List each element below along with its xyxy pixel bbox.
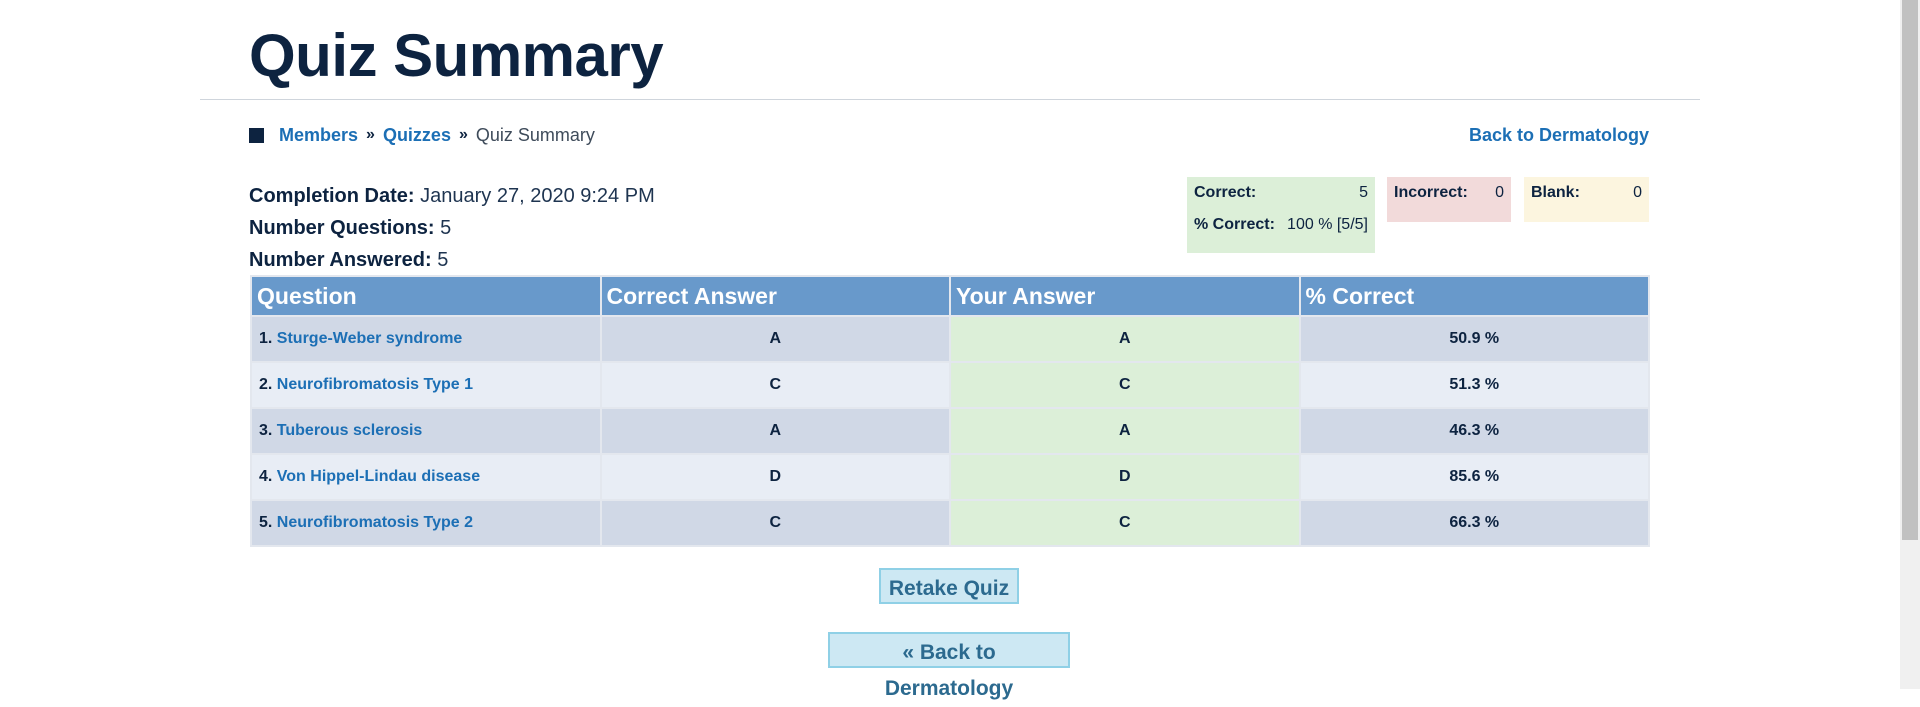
your-answer-cell: D bbox=[951, 455, 1299, 499]
percent-correct-cell: 46.3 % bbox=[1300, 409, 1648, 453]
question-link[interactable]: Von Hippel-Lindau disease bbox=[277, 468, 480, 485]
question-number: 3. bbox=[259, 422, 273, 439]
breadcrumb: Members » Quizzes » Quiz Summary bbox=[249, 123, 595, 147]
quiz-meta: Completion Date: January 27, 2020 9:24 P… bbox=[249, 180, 655, 276]
number-answered-value: 5 bbox=[437, 249, 449, 271]
correct-value: 5 bbox=[1359, 184, 1368, 201]
table-row: 2. Neurofibromatosis Type 1 C C 51.3 % bbox=[252, 363, 1648, 407]
question-number: 4. bbox=[259, 468, 273, 485]
question-number: 5. bbox=[259, 514, 273, 531]
percent-correct-cell: 51.3 % bbox=[1300, 363, 1648, 407]
incorrect-stat-box: Incorrect: 0 bbox=[1387, 177, 1511, 222]
question-number: 2. bbox=[259, 376, 273, 393]
table-header-row: Question Correct Answer Your Answer % Co… bbox=[252, 277, 1648, 315]
column-header-percent-correct: % Correct bbox=[1300, 277, 1648, 315]
question-link[interactable]: Neurofibromatosis Type 2 bbox=[277, 514, 473, 531]
back-to-dermatology-link[interactable]: Back to Dermatology bbox=[1469, 123, 1649, 147]
back-to-dermatology-button[interactable]: « Back to Dermatology bbox=[828, 632, 1070, 700]
table-row: 1. Sturge-Weber syndrome A A 50.9 % bbox=[252, 317, 1648, 361]
breadcrumb-separator: » bbox=[458, 126, 468, 143]
quiz-results-table: Question Correct Answer Your Answer % Co… bbox=[250, 275, 1650, 547]
retake-quiz-button[interactable]: Retake Quiz bbox=[879, 568, 1019, 604]
question-number: 1. bbox=[259, 330, 273, 347]
question-cell: 1. Sturge-Weber syndrome bbox=[252, 317, 600, 361]
question-cell: 3. Tuberous sclerosis bbox=[252, 409, 600, 453]
table-row: 5. Neurofibromatosis Type 2 C C 66.3 % bbox=[252, 501, 1648, 545]
question-cell: 5. Neurofibromatosis Type 2 bbox=[252, 501, 600, 545]
number-questions-label: Number Questions: bbox=[249, 217, 435, 239]
question-link[interactable]: Sturge-Weber syndrome bbox=[277, 330, 463, 347]
completion-date-row: Completion Date: January 27, 2020 9:24 P… bbox=[249, 180, 655, 212]
scrollbar-thumb[interactable] bbox=[1902, 0, 1918, 540]
percent-correct-value: 100 % [5/5] bbox=[1287, 216, 1368, 233]
your-answer-cell: C bbox=[951, 501, 1299, 545]
column-header-question: Question bbox=[252, 277, 600, 315]
incorrect-label: Incorrect: bbox=[1394, 184, 1468, 201]
number-questions-row: Number Questions: 5 bbox=[249, 212, 655, 244]
page-title: Quiz Summary bbox=[249, 22, 664, 89]
table-row: 4. Von Hippel-Lindau disease D D 85.6 % bbox=[252, 455, 1648, 499]
percent-correct-cell: 50.9 % bbox=[1300, 317, 1648, 361]
incorrect-value: 0 bbox=[1495, 184, 1504, 201]
column-header-your-answer: Your Answer bbox=[951, 277, 1299, 315]
correct-answer-cell: A bbox=[601, 317, 949, 361]
title-divider bbox=[200, 99, 1700, 100]
completion-date-value: January 27, 2020 9:24 PM bbox=[420, 185, 655, 207]
correct-answer-cell: D bbox=[601, 455, 949, 499]
blank-stat-box: Blank: 0 bbox=[1524, 177, 1649, 222]
breadcrumb-members-link[interactable]: Members bbox=[279, 125, 358, 146]
correct-answer-cell: C bbox=[601, 363, 949, 407]
number-answered-row: Number Answered: 5 bbox=[249, 244, 655, 276]
percent-correct-label: % Correct: bbox=[1194, 216, 1275, 233]
correct-label: Correct: bbox=[1194, 184, 1257, 201]
question-cell: 4. Von Hippel-Lindau disease bbox=[252, 455, 600, 499]
correct-stat-box: Correct: 5 % Correct: 100 % [5/5] bbox=[1187, 177, 1375, 253]
breadcrumb-separator: » bbox=[366, 126, 375, 143]
completion-date-label: Completion Date: bbox=[249, 185, 415, 207]
vertical-scrollbar[interactable] bbox=[1900, 0, 1920, 689]
breadcrumb-current: Quiz Summary bbox=[475, 124, 595, 145]
percent-correct-cell: 66.3 % bbox=[1300, 501, 1648, 545]
column-header-correct-answer: Correct Answer bbox=[601, 277, 949, 315]
question-link[interactable]: Tuberous sclerosis bbox=[277, 422, 423, 439]
number-questions-value: 5 bbox=[440, 217, 452, 239]
blank-value: 0 bbox=[1633, 184, 1642, 201]
breadcrumb-quizzes-link[interactable]: Quizzes bbox=[383, 125, 451, 146]
question-link[interactable]: Neurofibromatosis Type 1 bbox=[277, 376, 473, 393]
breadcrumb-square-icon bbox=[249, 127, 264, 143]
your-answer-cell: A bbox=[951, 409, 1299, 453]
question-cell: 2. Neurofibromatosis Type 1 bbox=[252, 363, 600, 407]
table-row: 3. Tuberous sclerosis A A 46.3 % bbox=[252, 409, 1648, 453]
your-answer-cell: C bbox=[951, 363, 1299, 407]
your-answer-cell: A bbox=[951, 317, 1299, 361]
number-answered-label: Number Answered: bbox=[249, 249, 432, 271]
correct-answer-cell: C bbox=[601, 501, 949, 545]
correct-answer-cell: A bbox=[601, 409, 949, 453]
percent-correct-cell: 85.6 % bbox=[1300, 455, 1648, 499]
blank-label: Blank: bbox=[1531, 184, 1580, 201]
